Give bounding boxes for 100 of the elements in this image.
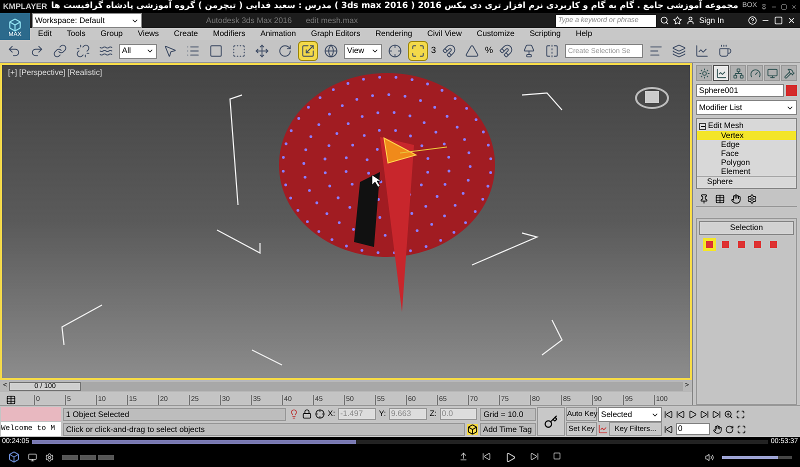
lock-icon[interactable]: [302, 409, 312, 419]
panel-tab[interactable]: [696, 65, 712, 81]
panel-tab[interactable]: [764, 65, 780, 81]
menu-item[interactable]: Customize: [476, 28, 515, 40]
menu-item[interactable]: Rendering: [375, 28, 412, 40]
manipulate-icon: [411, 44, 425, 58]
sub-object-item[interactable]: Edge: [697, 140, 796, 149]
menu-item[interactable]: Edit: [38, 28, 52, 40]
sub-object-mode-button[interactable]: [767, 238, 780, 251]
sub-object-mode-button[interactable]: [719, 238, 732, 251]
sub-object-mode-button[interactable]: [751, 238, 764, 251]
transform-gizmo: [383, 137, 448, 164]
three-d-icon[interactable]: [8, 451, 20, 463]
current-frame-field[interactable]: 0: [676, 423, 710, 435]
previous-frame-icon[interactable]: [676, 410, 685, 418]
menu-item[interactable]: Civil View: [427, 28, 462, 40]
selection-status: 1 Object Selected: [63, 408, 286, 420]
hammer-icon: [784, 68, 794, 78]
menu-item[interactable]: Graph Editors: [310, 28, 360, 40]
menu-item[interactable]: Views: [138, 28, 159, 40]
dropdown[interactable]: Selected: [598, 407, 662, 422]
panel-tab[interactable]: [781, 65, 797, 81]
screen-icon[interactable]: [28, 452, 37, 462]
toolbar-button[interactable]: [408, 41, 428, 61]
dropdown[interactable]: All: [119, 44, 157, 58]
close-icon[interactable]: [790, 2, 797, 10]
dropdown[interactable]: Modifier List: [696, 100, 797, 115]
sub-object-item[interactable]: Vertex: [697, 131, 796, 140]
object-name-field[interactable]: Sphere001: [696, 84, 784, 97]
maximize-viewport-icon[interactable]: [737, 424, 746, 434]
menu-item[interactable]: Modifiers: [212, 28, 246, 40]
volume-icon[interactable]: [705, 452, 714, 462]
menu-item[interactable]: Tools: [66, 28, 86, 40]
previous-icon[interactable]: [482, 452, 490, 460]
viewport-label[interactable]: [Perspective]: [19, 67, 66, 79]
star-icon[interactable]: [673, 16, 682, 25]
orbit-icon[interactable]: [725, 424, 734, 434]
go-to-end-icon[interactable]: [712, 410, 721, 418]
menu-item[interactable]: Group: [100, 28, 123, 40]
stop-icon[interactable]: [552, 452, 560, 460]
stack-item[interactable]: Edit Mesh: [697, 121, 796, 131]
viewport-label[interactable]: [Realistic]: [67, 67, 102, 79]
help-icon[interactable]: [748, 16, 757, 25]
magnet-icon: [499, 44, 514, 58]
seek-bar-track[interactable]: [32, 440, 768, 444]
next-frame-icon[interactable]: [700, 410, 709, 418]
target-icon[interactable]: [314, 409, 325, 419]
panel-tab[interactable]: [713, 65, 729, 81]
menu-item[interactable]: Animation: [260, 28, 296, 40]
close-icon[interactable]: [787, 16, 796, 25]
stack-item[interactable]: Sphere: [697, 176, 796, 186]
viewport[interactable]: [+] [Perspective] [Realistic]: [0, 63, 692, 380]
mode-chip-icon[interactable]: [80, 454, 96, 460]
time-tag-icon[interactable]: [467, 424, 478, 434]
table-icon[interactable]: [715, 194, 725, 204]
zoom-extents-icon[interactable]: [736, 410, 745, 418]
sign-in-link[interactable]: Sign In: [699, 14, 724, 26]
next-icon[interactable]: [530, 452, 538, 460]
sub-object-item[interactable]: Face: [697, 149, 796, 158]
zoom-icon[interactable]: [724, 410, 733, 418]
sub-object-mode-button[interactable]: [703, 238, 716, 251]
go-to-start-icon[interactable]: [664, 410, 673, 418]
pin-icon[interactable]: [699, 194, 709, 204]
hand-icon[interactable]: [731, 194, 741, 204]
angle-icon: [465, 44, 480, 58]
snap-label[interactable]: 3: [431, 44, 436, 58]
panel-tab[interactable]: [730, 65, 746, 81]
sub-object-item[interactable]: Polygon: [697, 158, 796, 167]
viewcube-icon[interactable]: [635, 87, 669, 109]
viewport-label[interactable]: [+]: [8, 67, 18, 79]
dropdown[interactable]: View: [344, 44, 382, 58]
toolbar-button[interactable]: [298, 41, 318, 61]
cursor-icon: [372, 174, 382, 188]
volume-track[interactable]: [722, 456, 792, 458]
panel-tab[interactable]: [747, 65, 763, 81]
user-icon[interactable]: [686, 16, 696, 25]
set-key-mode-button[interactable]: [537, 407, 565, 436]
pan-icon[interactable]: [713, 424, 722, 434]
rollout-title[interactable]: Selection: [699, 221, 794, 235]
pin-icon[interactable]: [761, 2, 768, 10]
link-icon: [53, 44, 67, 58]
percent-snap-label[interactable]: %: [485, 44, 494, 58]
key-curve-icon[interactable]: [598, 424, 608, 434]
play-icon[interactable]: [688, 410, 697, 418]
sub-object-item[interactable]: Element: [697, 167, 796, 176]
menu-item[interactable]: Scripting: [530, 28, 561, 40]
mode-chip-icon[interactable]: [62, 454, 78, 460]
add-time-tag-button[interactable]: Add Time Tag: [480, 422, 536, 436]
track-bar-icon[interactable]: [6, 395, 16, 405]
eject-icon[interactable]: [458, 452, 468, 460]
expand-toggle-icon[interactable]: [699, 122, 706, 130]
object-color-swatch[interactable]: [786, 85, 797, 96]
menu-item[interactable]: Help: [576, 28, 592, 40]
sub-object-mode-button[interactable]: [735, 238, 748, 251]
mode-chip-icon[interactable]: [98, 454, 114, 460]
player-title: مجموعه آموزشی جامع . گام به گام و کاربردی نرم افزار تری دی مکس 2016 ( 3ds max 2016 ) مدرس : سعید فدایی ( تیچرمن ) گروه آموزشی پادشاه گرافیست ها: [51, 0, 738, 13]
key-mode-icon[interactable]: [664, 424, 673, 434]
menu-item[interactable]: Create: [174, 28, 198, 40]
dropdown[interactable]: Workspace: Default: [32, 13, 142, 28]
settings-icon[interactable]: [747, 194, 757, 204]
